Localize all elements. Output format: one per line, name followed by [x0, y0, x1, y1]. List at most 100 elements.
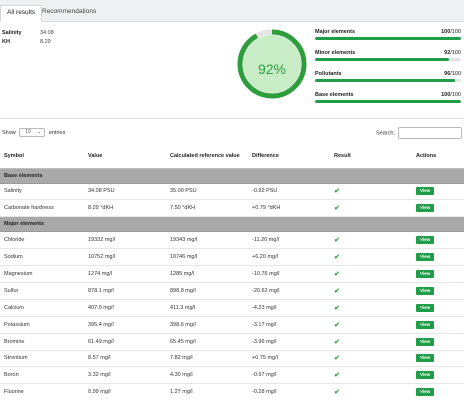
view-button[interactable]: View — [416, 320, 435, 329]
cell-value: 0.99 mg/l — [84, 383, 166, 400]
cell-actions: View — [412, 366, 464, 385]
check-icon: ✔ — [334, 372, 340, 380]
cell-value: 34.08 PSU — [84, 183, 166, 201]
view-button[interactable]: View — [416, 286, 435, 295]
check-icon: ✔ — [334, 205, 340, 213]
cell-symbol: Strontium — [0, 350, 84, 368]
score-value: 92% — [257, 61, 287, 77]
table-row: Magnesium 1274 mg/l 1285 mg/l -10.76 mg/l ✔ V… — [0, 265, 464, 283]
category-score: Pollutants 96/100 — [315, 69, 461, 90]
cell-reference: 1.27 mg/l — [166, 383, 248, 400]
tab-recommendations[interactable]: Recommendations — [36, 5, 102, 22]
view-button[interactable]: View — [416, 337, 435, 346]
check-icon: ✔ — [334, 304, 340, 312]
category-scores: Major elements 100/100 Minor elements 92/10… — [315, 27, 461, 111]
cell-symbol: Calcium — [0, 299, 84, 317]
view-button[interactable]: View — [416, 354, 435, 363]
cell-actions: View — [412, 265, 464, 283]
cell-result: ✔ — [330, 183, 412, 201]
cell-symbol: Chloride — [0, 231, 84, 250]
cell-actions: View — [412, 350, 464, 368]
progress-bar — [315, 100, 461, 103]
check-icon: ✔ — [334, 389, 340, 397]
cell-reference: 4.30 mg/l — [166, 366, 248, 385]
kh-label: KH — [2, 39, 10, 45]
category-score-max: /100 — [450, 71, 461, 77]
cell-difference: -0.92 PSU — [248, 183, 330, 201]
cell-actions: View — [412, 316, 464, 334]
category-score-number: 100 — [441, 29, 451, 35]
view-button[interactable]: View — [416, 270, 435, 278]
cell-value: 19332 mg/l — [84, 231, 166, 250]
check-icon: ✔ — [334, 321, 340, 329]
cell-difference: +6.20 mg/l — [248, 248, 330, 267]
cell-difference: -11.20 mg/l — [248, 231, 330, 250]
progress-bar — [315, 37, 461, 40]
cell-difference: -3.17 mg/l — [248, 316, 330, 334]
category-label: Minor elements — [315, 50, 356, 56]
cell-symbol: Salinity — [0, 183, 84, 201]
category-value: 100/100 — [441, 92, 461, 98]
category-score-max: /100 — [450, 92, 461, 98]
tab-bar: All results Recommendations — [0, 0, 464, 22]
column-header-symbol[interactable]: Symbol — [0, 146, 84, 169]
kh-summary: KH 8.29 — [2, 38, 54, 47]
view-button[interactable]: View — [416, 388, 435, 397]
cell-reference: 35.00 PSU — [166, 183, 248, 201]
category-score: Minor elements 92/100 — [315, 48, 461, 69]
column-header-actions[interactable]: Actions — [412, 146, 464, 169]
column-header-reference[interactable]: Calculated reference value — [166, 146, 248, 169]
cell-value: 395.4 mg/l — [84, 316, 166, 334]
category-score-max: /100 — [450, 50, 461, 56]
view-button[interactable]: View — [416, 204, 435, 213]
cell-difference: -4.23 mg/l — [248, 299, 330, 317]
cell-result: ✔ — [330, 383, 412, 400]
salinity-summary: Salinity 34.08 — [2, 29, 54, 38]
view-button[interactable]: View — [416, 236, 435, 245]
divider — [0, 118, 464, 119]
category-score-number: 100 — [441, 92, 451, 98]
view-button[interactable]: View — [416, 371, 435, 380]
progress-bar-fill — [315, 58, 450, 61]
entries-value: 10 — [25, 129, 31, 136]
table-row: Calcium 407.0 mg/l 411.3 mg/l -4.23 mg/l ✔ Vi… — [0, 299, 464, 317]
column-header-value[interactable]: Value — [84, 146, 166, 169]
column-header-difference[interactable]: Difference — [248, 146, 330, 169]
cell-reference: 7.50 °dKH — [166, 199, 248, 218]
show-label: Show — [2, 130, 16, 136]
cell-reference: 898.8 mg/l — [166, 282, 248, 300]
category-label: Base elements — [315, 92, 354, 98]
table-row: Chloride 19332 mg/l 19343 mg/l -11.20 mg/l ✔… — [0, 231, 464, 250]
cell-symbol: Sodium — [0, 248, 84, 267]
summary-values: Salinity 34.08 KH 8.29 — [2, 29, 54, 47]
view-button[interactable]: View — [416, 187, 435, 196]
cell-value: 878.1 mg/l — [84, 282, 166, 300]
kh-value: 8.29 — [40, 39, 51, 45]
cell-value: 61.49 mg/l — [84, 333, 166, 351]
search-input[interactable] — [398, 127, 462, 139]
cell-actions: View — [412, 199, 464, 218]
cell-actions: View — [412, 299, 464, 317]
cell-reference: 1285 mg/l — [166, 265, 248, 283]
check-icon: ✔ — [334, 338, 340, 346]
cell-actions: View — [412, 383, 464, 400]
cell-difference: -10.76 mg/l — [248, 265, 330, 283]
cell-symbol: Potassium — [0, 316, 84, 334]
table-row: Sodium 10752 mg/l 10746 mg/l +6.20 mg/l ✔ Vie… — [0, 248, 464, 267]
table-row: Salinity 34.08 PSU 35.00 PSU -0.92 PSU ✔ View — [0, 183, 464, 201]
check-icon: ✔ — [334, 287, 340, 295]
search-control: Search: — [376, 127, 462, 139]
progress-bar — [315, 58, 461, 61]
table-body: Base elements Salinity 34.08 PSU 35.00 PSU -… — [0, 168, 464, 400]
view-button[interactable]: View — [416, 253, 435, 262]
table-row: Fluorine 0.99 mg/l 1.27 mg/l -0.28 mg/l ✔ Vie… — [0, 383, 464, 400]
column-header-result[interactable]: Result — [330, 146, 412, 169]
salinity-label: Salinity — [2, 30, 22, 36]
table-row: Carbonate hardness 8.29 °dKH 7.50 °dKH +0.7… — [0, 199, 464, 218]
cell-result: ✔ — [330, 199, 412, 218]
cell-difference: +0.79 °dKH — [248, 199, 330, 218]
cell-difference: -0.28 mg/l — [248, 383, 330, 400]
group-title: Major elements — [0, 216, 464, 233]
entries-select[interactable]: 10 ⌄ — [19, 128, 46, 138]
view-button[interactable]: View — [416, 303, 435, 312]
